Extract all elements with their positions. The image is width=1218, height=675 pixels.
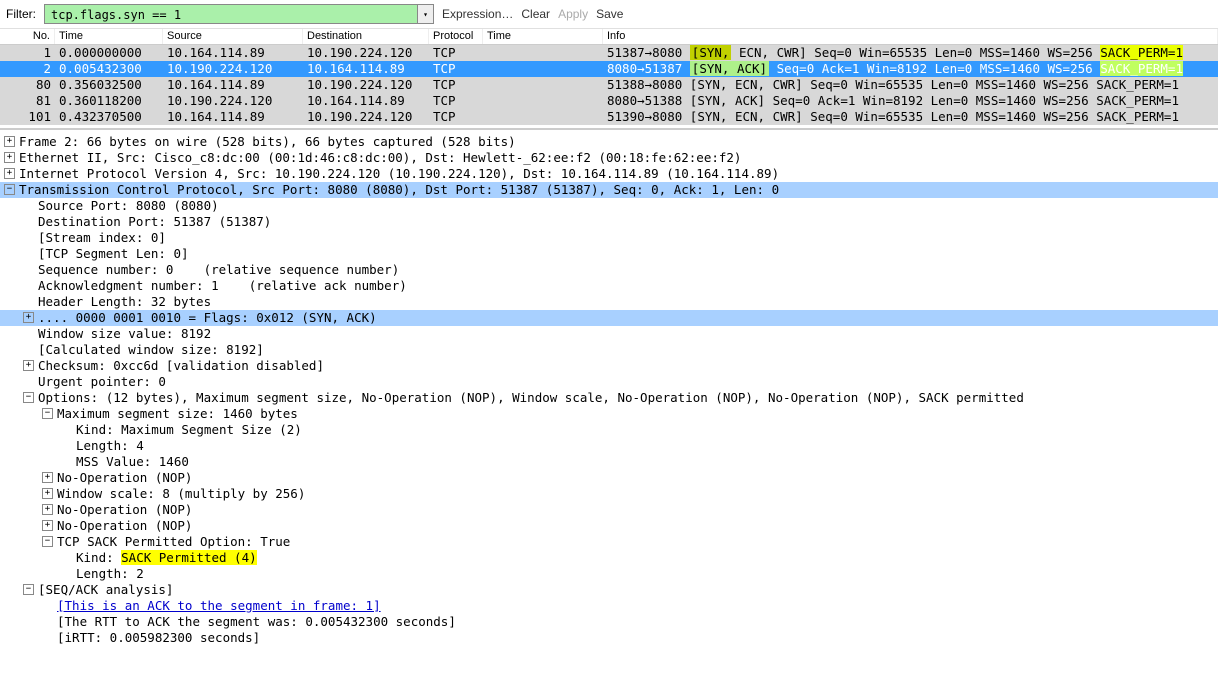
opt-nop2[interactable]: +No-Operation (NOP) bbox=[0, 502, 1218, 518]
col-destination[interactable]: Destination bbox=[303, 29, 429, 44]
collapse-icon[interactable]: − bbox=[4, 184, 15, 195]
expand-icon[interactable]: + bbox=[42, 488, 53, 499]
col-info[interactable]: Info bbox=[603, 29, 1218, 44]
opt-nop1[interactable]: +No-Operation (NOP) bbox=[0, 470, 1218, 486]
filter-input[interactable] bbox=[49, 7, 429, 23]
tcp-summary[interactable]: −Transmission Control Protocol, Src Port… bbox=[0, 182, 1218, 198]
expand-icon[interactable]: + bbox=[4, 152, 15, 163]
ip-summary[interactable]: +Internet Protocol Version 4, Src: 10.19… bbox=[0, 166, 1218, 182]
filter-label: Filter: bbox=[6, 7, 36, 21]
opt-mss-val[interactable]: MSS Value: 1460 bbox=[0, 454, 1218, 470]
ack-link[interactable]: [This is an ACK to the segment in frame:… bbox=[0, 598, 1218, 614]
rtt[interactable]: [The RTT to ACK the segment was: 0.00543… bbox=[0, 614, 1218, 630]
packet-list[interactable]: No. Time Source Destination Protocol Tim… bbox=[0, 29, 1218, 129]
packet-row[interactable]: 10.00000000010.164.114.8910.190.224.120T… bbox=[0, 45, 1218, 61]
col-time2[interactable]: Time bbox=[483, 29, 603, 44]
tcp-hdrlen[interactable]: Header Length: 32 bytes bbox=[0, 294, 1218, 310]
expand-icon[interactable]: + bbox=[42, 504, 53, 515]
tcp-acknum[interactable]: Acknowledgment number: 1 (relative ack n… bbox=[0, 278, 1218, 294]
opt-sack[interactable]: −TCP SACK Permitted Option: True bbox=[0, 534, 1218, 550]
opt-wscale[interactable]: +Window scale: 8 (multiply by 256) bbox=[0, 486, 1218, 502]
col-protocol[interactable]: Protocol bbox=[429, 29, 483, 44]
frame-summary[interactable]: +Frame 2: 66 bytes on wire (528 bits), 6… bbox=[0, 134, 1218, 150]
expand-icon[interactable]: + bbox=[4, 136, 15, 147]
clear-button[interactable]: Clear bbox=[521, 7, 550, 21]
collapse-icon[interactable]: − bbox=[23, 392, 34, 403]
collapse-icon[interactable]: − bbox=[42, 536, 53, 547]
col-time[interactable]: Time bbox=[55, 29, 163, 44]
tcp-seglen[interactable]: [TCP Segment Len: 0] bbox=[0, 246, 1218, 262]
opt-sack-kind[interactable]: Kind: SACK Permitted (4) bbox=[0, 550, 1218, 566]
filter-bar: Filter: ▾ Expression… Clear Apply Save bbox=[0, 0, 1218, 29]
expression-button[interactable]: Expression… bbox=[442, 7, 513, 21]
opt-mss-kind[interactable]: Kind: Maximum Segment Size (2) bbox=[0, 422, 1218, 438]
packet-row[interactable]: 800.35603250010.164.114.8910.190.224.120… bbox=[0, 77, 1218, 93]
tcp-stream[interactable]: [Stream index: 0] bbox=[0, 230, 1218, 246]
expand-icon[interactable]: + bbox=[4, 168, 15, 179]
tcp-urgent[interactable]: Urgent pointer: 0 bbox=[0, 374, 1218, 390]
tcp-checksum[interactable]: +Checksum: 0xcc6d [validation disabled] bbox=[0, 358, 1218, 374]
expand-icon[interactable]: + bbox=[42, 520, 53, 531]
tcp-seqnum[interactable]: Sequence number: 0 (relative sequence nu… bbox=[0, 262, 1218, 278]
expand-icon[interactable]: + bbox=[42, 472, 53, 483]
col-no[interactable]: No. bbox=[0, 29, 55, 44]
packet-row[interactable]: 20.00543230010.190.224.12010.164.114.89T… bbox=[0, 61, 1218, 77]
opt-mss[interactable]: −Maximum segment size: 1460 bytes bbox=[0, 406, 1218, 422]
save-button[interactable]: Save bbox=[596, 7, 623, 21]
packet-list-header: No. Time Source Destination Protocol Tim… bbox=[0, 29, 1218, 45]
packet-row[interactable]: 810.36011820010.190.224.12010.164.114.89… bbox=[0, 93, 1218, 109]
ethernet-summary[interactable]: +Ethernet II, Src: Cisco_c8:dc:00 (00:1d… bbox=[0, 150, 1218, 166]
tcp-src-port[interactable]: Source Port: 8080 (8080) bbox=[0, 198, 1218, 214]
packet-details[interactable]: +Frame 2: 66 bytes on wire (528 bits), 6… bbox=[0, 129, 1218, 646]
filter-dropdown-icon[interactable]: ▾ bbox=[417, 5, 433, 23]
tcp-calcwin[interactable]: [Calculated window size: 8192] bbox=[0, 342, 1218, 358]
apply-button[interactable]: Apply bbox=[558, 7, 588, 21]
tcp-winsize[interactable]: Window size value: 8192 bbox=[0, 326, 1218, 342]
opt-mss-len[interactable]: Length: 4 bbox=[0, 438, 1218, 454]
tcp-options[interactable]: −Options: (12 bytes), Maximum segment si… bbox=[0, 390, 1218, 406]
opt-nop3[interactable]: +No-Operation (NOP) bbox=[0, 518, 1218, 534]
expand-icon[interactable]: + bbox=[23, 360, 34, 371]
collapse-icon[interactable]: − bbox=[23, 584, 34, 595]
packet-row[interactable]: 1010.43237050010.164.114.8910.190.224.12… bbox=[0, 109, 1218, 125]
expand-icon[interactable]: + bbox=[23, 312, 34, 323]
opt-sack-len[interactable]: Length: 2 bbox=[0, 566, 1218, 582]
collapse-icon[interactable]: − bbox=[42, 408, 53, 419]
tcp-flags[interactable]: +.... 0000 0001 0010 = Flags: 0x012 (SYN… bbox=[0, 310, 1218, 326]
sack-permitted-highlight: SACK Permitted (4) bbox=[121, 550, 256, 565]
seqack-analysis[interactable]: −[SEQ/ACK analysis] bbox=[0, 582, 1218, 598]
tcp-dst-port[interactable]: Destination Port: 51387 (51387) bbox=[0, 214, 1218, 230]
col-source[interactable]: Source bbox=[163, 29, 303, 44]
irtt[interactable]: [iRTT: 0.005982300 seconds] bbox=[0, 630, 1218, 646]
filter-input-wrap[interactable]: ▾ bbox=[44, 4, 434, 24]
